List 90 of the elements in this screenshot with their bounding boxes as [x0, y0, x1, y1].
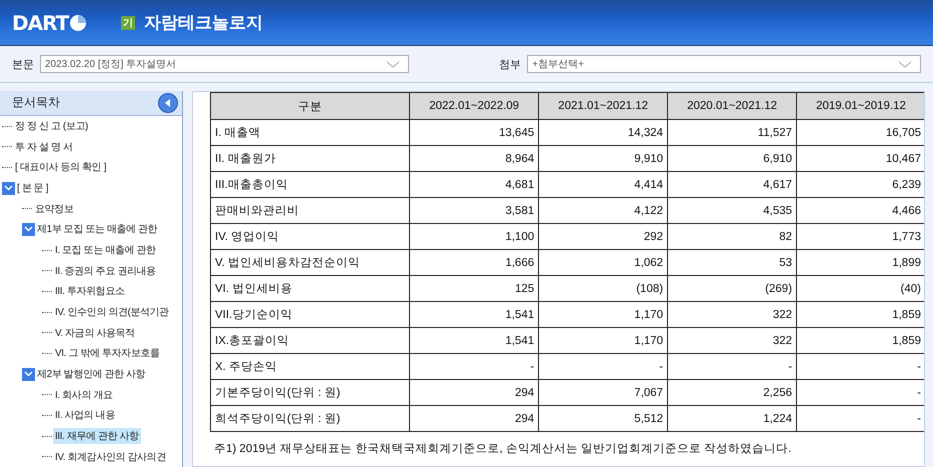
table-cell: 292: [538, 224, 668, 250]
table-cell: 11,527: [668, 120, 797, 146]
chevron-icon: [24, 226, 33, 232]
collapse-toggle[interactable]: [22, 222, 35, 236]
tree-item[interactable]: 투 자 설 명 서: [13, 138, 75, 155]
table-cell: X. 주당손익: [210, 354, 410, 380]
column-header: 2019.01~2019.12: [796, 92, 924, 120]
table-cell: 7,067: [538, 380, 668, 406]
table-cell: 6,910: [668, 146, 797, 172]
chevron-icon: [386, 60, 400, 68]
tree-item[interactable]: I. 회사의 개요: [53, 386, 115, 403]
table-cell: 1,541: [410, 302, 539, 328]
tree-item[interactable]: III. 투자위험요소: [53, 283, 126, 300]
tree-item[interactable]: 요약정보: [33, 200, 76, 217]
tree-item[interactable]: 정 정 신 고 (보고): [13, 118, 90, 134]
collapse-toggle[interactable]: [22, 368, 35, 381]
table-cell: 53: [668, 250, 797, 276]
table-cell: III.매출총이익: [210, 172, 410, 198]
column-header: 구분: [210, 92, 410, 120]
table-cell: 5,512: [538, 406, 668, 432]
document-select[interactable]: 2023.02.20 [정정] 투자설명서: [40, 55, 410, 73]
table-cell: IV. 영업이익: [210, 224, 410, 250]
tree-item[interactable]: IV. 회계감사인의 감사의견: [53, 448, 168, 465]
chevron-icon: [4, 185, 13, 192]
table-cell: (269): [668, 276, 797, 302]
logo-icon: [69, 14, 88, 32]
table-cell: 희석주당이익(단위 : 원): [210, 406, 410, 432]
tree-item[interactable]: III. 재무에 관한 사항: [53, 428, 141, 444]
table-cell: -: [668, 354, 797, 380]
table-cell: 82: [668, 224, 797, 250]
table-cell: 4,617: [668, 172, 797, 198]
select-label: 본문: [12, 58, 34, 72]
table-cell: 4,414: [538, 172, 668, 198]
table-cell: I. 매출액: [210, 120, 410, 146]
table-cell: 1,224: [668, 406, 797, 432]
sidebar-title: 문서목차: [12, 94, 60, 112]
tree-item[interactable]: II. 증권의 주요 권리내용: [53, 262, 158, 279]
collapse-button[interactable]: [158, 92, 178, 113]
table-cell: (108): [538, 276, 668, 302]
table-cell: -: [410, 354, 539, 380]
table-cell: 8,964: [410, 146, 539, 172]
table-cell: V. 법인세비용차감전순이익: [210, 250, 410, 276]
tree-item[interactable]: I. 모집 또는 매출에 관한: [53, 242, 158, 258]
table-cell: 3,581: [410, 198, 539, 224]
document-select[interactable]: +첨부선택+: [527, 55, 921, 73]
table-cell: 13,645: [410, 120, 539, 146]
logo-text: DART: [12, 10, 68, 34]
table-cell: 1,170: [538, 328, 668, 354]
tree-item[interactable]: 제1부 모집 또는 매출에 관한: [35, 221, 160, 238]
table-cell: 4,681: [410, 172, 539, 198]
table-cell: 322: [668, 302, 797, 328]
table-cell: 9,910: [538, 146, 668, 172]
company-name: 자람테크놀로지: [144, 12, 264, 34]
table-cell: 322: [668, 328, 797, 354]
table-cell: -: [538, 354, 668, 380]
company-badge: 기: [121, 16, 136, 30]
tree-item[interactable]: II. 사업의 내용: [53, 407, 117, 424]
collapse-toggle[interactable]: [2, 182, 15, 195]
tree-item[interactable]: [ 본 문 ]: [15, 180, 50, 196]
tree-item[interactable]: IV. 인수인의 의견(분석기관: [53, 304, 171, 320]
table-cell: VI. 법인세비용: [210, 276, 410, 302]
table-cell: 4,535: [668, 198, 797, 224]
column-header: 2022.01~2022.09: [410, 92, 539, 120]
chevron-icon: [24, 371, 33, 378]
table-cell: 2,256: [668, 380, 797, 406]
triangle-icon: [165, 98, 171, 107]
tree-item[interactable]: V. 자금의 사용목적: [53, 324, 137, 341]
table-cell: 1,541: [410, 328, 539, 354]
table-cell: 294: [410, 380, 539, 406]
table-cell: IX.총포괄이익: [210, 328, 410, 354]
table-cell: 1,100: [410, 224, 539, 250]
table-cell: 판매비와관리비: [210, 198, 410, 224]
table-cell: 1,170: [538, 302, 668, 328]
chevron-icon: [898, 60, 912, 68]
table-cell: VII.당기순이익: [210, 302, 410, 328]
table-cell: II. 매출원가: [210, 146, 410, 172]
table-cell: 기본주당이익(단위 : 원): [210, 380, 410, 406]
select-label: 첨부: [499, 58, 522, 72]
table-cell: 14,324: [538, 120, 668, 146]
table-cell: 4,122: [538, 198, 668, 224]
tree-item[interactable]: VI. 그 밖에 투자자보호를: [53, 345, 162, 362]
tree-item[interactable]: 제2부 발행인에 관한 사항: [35, 366, 148, 382]
table-cell: 125: [410, 276, 539, 302]
column-header: 2021.01~2021.12: [538, 92, 668, 120]
table-cell: 1,666: [410, 250, 539, 276]
tree-item[interactable]: [ 대표이사 등의 확인 ]: [13, 159, 108, 176]
table-cell: 294: [410, 406, 539, 432]
table-cell: 1,062: [538, 250, 668, 276]
footnote: 주1) 2019년 재무상태표는 한국채택국제회계기준으로, 손익계산서는 일반기업회계기준으로 작성하였습니다.: [214, 442, 792, 456]
column-header: 2020.01~2021.12: [668, 92, 797, 120]
